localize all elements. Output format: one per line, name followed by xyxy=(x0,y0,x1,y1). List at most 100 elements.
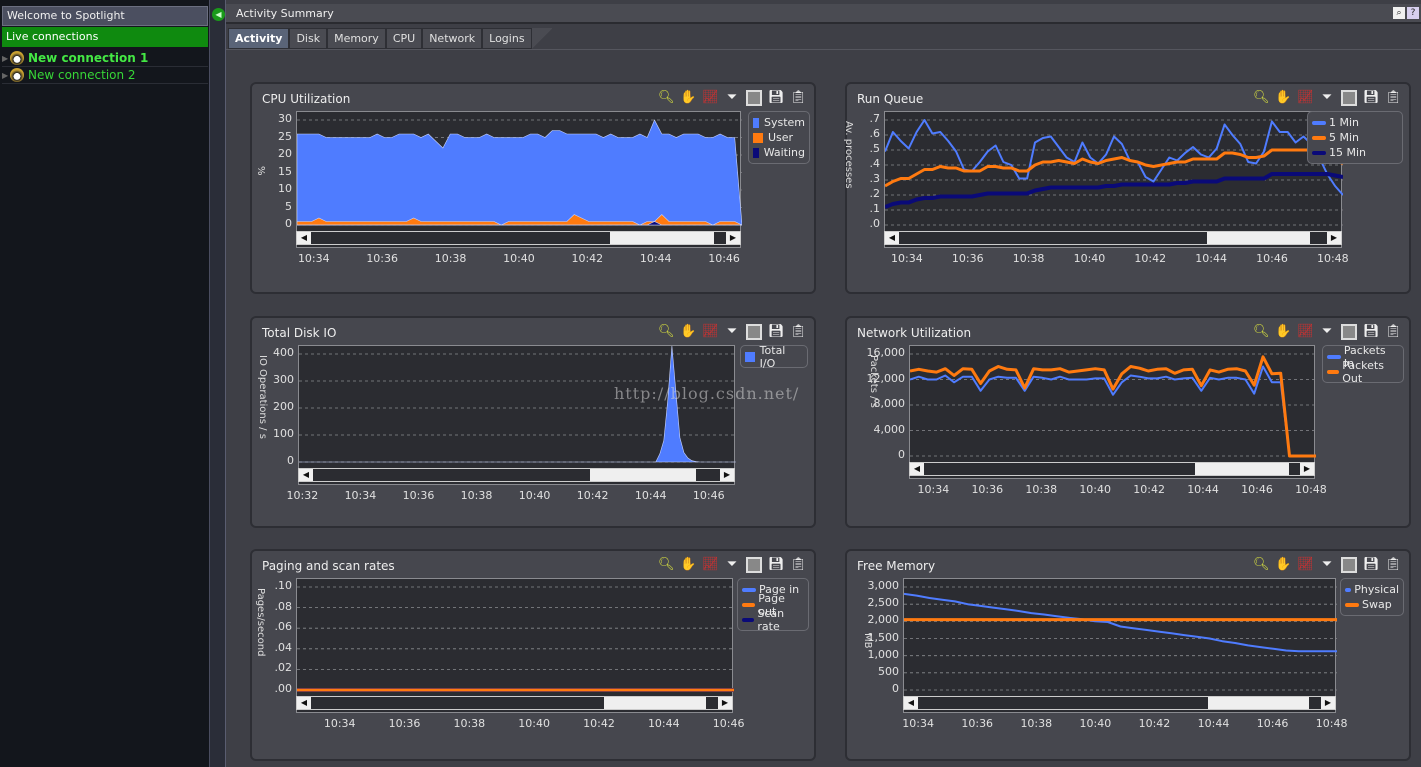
scroll-right-icon[interactable]: ▶ xyxy=(1300,463,1314,475)
scroll-thumb[interactable] xyxy=(609,232,714,244)
expand-arrow-icon[interactable]: ▶ xyxy=(2,54,10,63)
pan-hand-icon[interactable]: ✋ xyxy=(680,557,696,573)
window-icon[interactable] xyxy=(746,90,762,106)
time-scrollbar[interactable]: ◀ ▶ xyxy=(298,468,735,482)
pan-hand-icon[interactable]: ✋ xyxy=(1275,557,1291,573)
x-tick-label: 10:38 xyxy=(1025,483,1058,496)
save-icon[interactable]: 💾︎ xyxy=(768,90,785,106)
clipboard-icon[interactable]: 📋︎ xyxy=(790,324,807,340)
chart-title: Free Memory xyxy=(857,559,936,573)
zoom-icon[interactable]: 🔍︎ xyxy=(658,557,675,573)
chart-type-icon[interactable]: 📈︎ xyxy=(1297,557,1314,573)
scroll-thumb[interactable] xyxy=(1194,463,1289,475)
scroll-left-icon[interactable]: ◀ xyxy=(297,232,311,244)
legend-item: Waiting xyxy=(753,145,805,160)
clipboard-icon[interactable]: 📋︎ xyxy=(1385,557,1402,573)
zoom-icon[interactable]: 🔍︎ xyxy=(658,90,675,106)
expand-arrow-icon[interactable]: ▶ xyxy=(2,71,10,80)
y-tick-label: 0 xyxy=(898,448,905,461)
scroll-track[interactable] xyxy=(313,469,720,481)
collapse-sidebar-icon[interactable]: ◀ xyxy=(212,8,225,21)
scroll-thumb[interactable] xyxy=(604,697,706,709)
time-scrollbar[interactable]: ◀ ▶ xyxy=(903,696,1336,710)
save-icon[interactable]: 💾︎ xyxy=(768,557,785,573)
filter-icon[interactable]: ⏷ xyxy=(1319,90,1335,106)
window-icon[interactable] xyxy=(1341,557,1357,573)
zoom-window-icon[interactable]: ⌕ xyxy=(1393,7,1405,19)
tab-cpu[interactable]: CPU xyxy=(385,28,423,49)
window-icon[interactable] xyxy=(746,557,762,573)
scroll-left-icon[interactable]: ◀ xyxy=(904,697,918,709)
pan-hand-icon[interactable]: ✋ xyxy=(1275,90,1291,106)
time-scrollbar[interactable]: ◀ ▶ xyxy=(909,462,1315,476)
window-icon[interactable] xyxy=(1341,90,1357,106)
clipboard-icon[interactable]: 📋︎ xyxy=(790,90,807,106)
save-icon[interactable]: 💾︎ xyxy=(1363,324,1380,340)
clipboard-icon[interactable]: 📋︎ xyxy=(1385,324,1402,340)
window-icon[interactable] xyxy=(746,324,762,340)
y-tick-label: 5 xyxy=(285,199,292,213)
pan-hand-icon[interactable]: ✋ xyxy=(1275,324,1291,340)
welcome-item[interactable]: Welcome to Spotlight xyxy=(2,6,208,26)
scroll-right-icon[interactable]: ▶ xyxy=(1327,232,1341,244)
zoom-icon[interactable]: 🔍︎ xyxy=(1253,557,1270,573)
pan-hand-icon[interactable]: ✋ xyxy=(680,90,696,106)
scroll-right-icon[interactable]: ▶ xyxy=(718,697,732,709)
zoom-icon[interactable]: 🔍︎ xyxy=(1253,90,1270,106)
help-icon[interactable]: ? xyxy=(1407,7,1419,19)
y-tick-label: 0 xyxy=(285,217,292,230)
clipboard-icon[interactable]: 📋︎ xyxy=(1385,90,1402,106)
scroll-thumb[interactable] xyxy=(589,469,696,481)
scroll-track[interactable] xyxy=(918,697,1321,709)
filter-icon[interactable]: ⏷ xyxy=(724,324,740,340)
pan-hand-icon[interactable]: ✋ xyxy=(680,324,696,340)
save-icon[interactable]: 💾︎ xyxy=(1363,557,1380,573)
x-tick-label: 10:40 xyxy=(1079,483,1112,496)
sidebar-collapse-bar[interactable]: ◀ xyxy=(210,0,226,767)
chart-type-icon[interactable]: 📈︎ xyxy=(702,557,719,573)
scroll-left-icon[interactable]: ◀ xyxy=(910,463,924,475)
time-scrollbar[interactable]: ◀ ▶ xyxy=(296,696,733,710)
save-icon[interactable]: 💾︎ xyxy=(768,324,785,340)
scroll-right-icon[interactable]: ▶ xyxy=(720,469,734,481)
x-tick-label: 10:46 xyxy=(692,489,725,502)
scroll-thumb[interactable] xyxy=(1207,232,1310,244)
save-icon[interactable]: 💾︎ xyxy=(1363,90,1380,106)
scroll-thumb[interactable] xyxy=(1208,697,1309,709)
clipboard-icon[interactable]: 📋︎ xyxy=(790,557,807,573)
tab-memory[interactable]: Memory xyxy=(327,28,386,49)
connection-item-1[interactable]: ▶ New connection 1 xyxy=(2,50,208,67)
scroll-left-icon[interactable]: ◀ xyxy=(297,697,311,709)
legend-swatch xyxy=(745,351,755,362)
tab-activity[interactable]: Activity xyxy=(228,28,290,49)
live-connections-header[interactable]: Live connections xyxy=(2,27,208,47)
tab-network[interactable]: Network xyxy=(422,28,483,49)
tab-logins[interactable]: Logins xyxy=(482,28,532,49)
legend-item: User xyxy=(753,130,805,145)
chart-type-icon[interactable]: 📈︎ xyxy=(702,324,719,340)
filter-icon[interactable]: ⏷ xyxy=(724,557,740,573)
zoom-icon[interactable]: 🔍︎ xyxy=(658,324,675,340)
time-scrollbar[interactable]: ◀ ▶ xyxy=(296,231,741,245)
filter-icon[interactable]: ⏷ xyxy=(724,90,740,106)
tab-disk[interactable]: Disk xyxy=(289,28,328,49)
chart-type-icon[interactable]: 📈︎ xyxy=(1297,90,1314,106)
scroll-right-icon[interactable]: ▶ xyxy=(726,232,740,244)
scroll-right-icon[interactable]: ▶ xyxy=(1321,697,1335,709)
scroll-left-icon[interactable]: ◀ xyxy=(299,469,313,481)
window-icon[interactable] xyxy=(1341,324,1357,340)
scroll-left-icon[interactable]: ◀ xyxy=(885,232,899,244)
chart-type-icon[interactable]: 📈︎ xyxy=(702,90,719,106)
series-line-5-min xyxy=(885,148,1343,188)
x-tick-label: 10:38 xyxy=(434,252,467,265)
scroll-track[interactable] xyxy=(311,697,718,709)
connection-item-2[interactable]: ▶ New connection 2 xyxy=(2,67,208,84)
scroll-track[interactable] xyxy=(924,463,1300,475)
scroll-track[interactable] xyxy=(899,232,1327,244)
filter-icon[interactable]: ⏷ xyxy=(1319,324,1335,340)
scroll-track[interactable] xyxy=(311,232,726,244)
time-scrollbar[interactable]: ◀ ▶ xyxy=(884,231,1342,245)
chart-type-icon[interactable]: 📈︎ xyxy=(1297,324,1314,340)
zoom-icon[interactable]: 🔍︎ xyxy=(1253,324,1270,340)
filter-icon[interactable]: ⏷ xyxy=(1319,557,1335,573)
